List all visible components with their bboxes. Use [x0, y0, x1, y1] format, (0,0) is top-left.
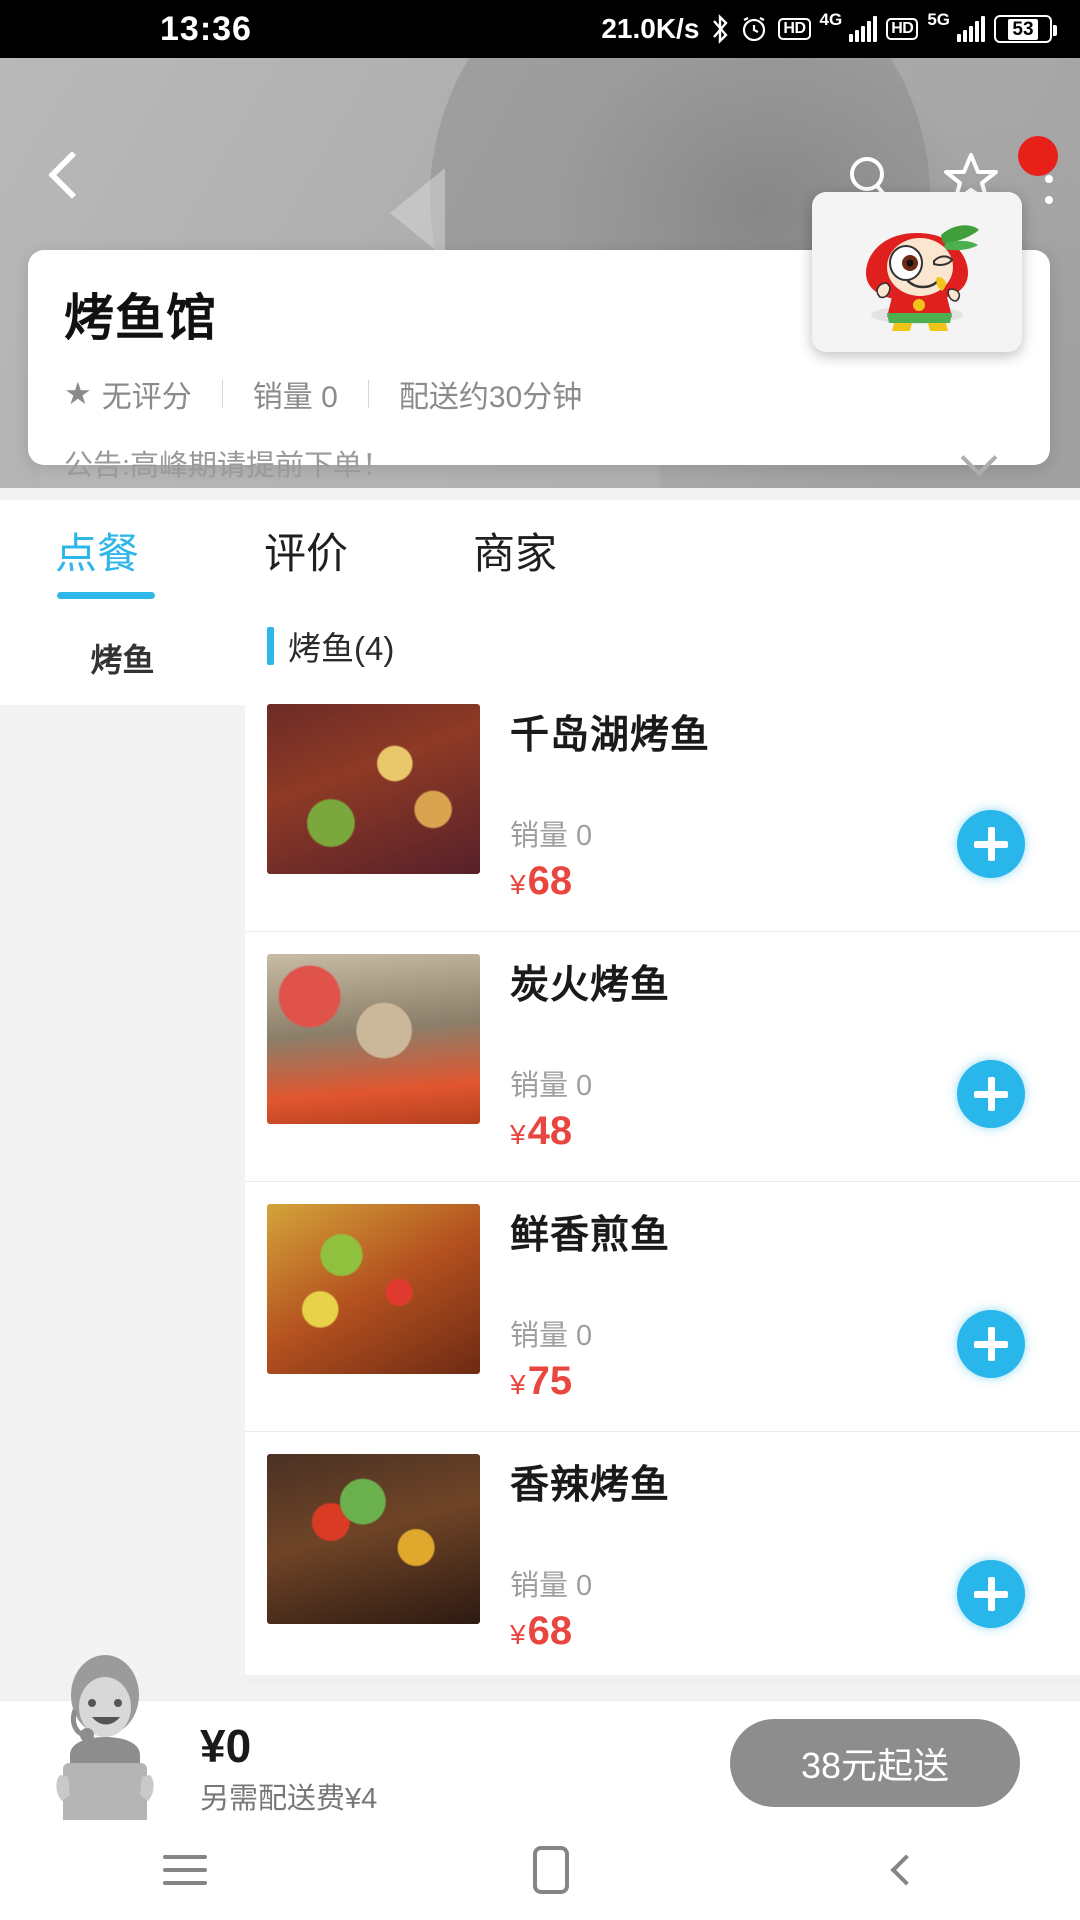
battery-icon: 53	[994, 15, 1052, 43]
tab-reviews[interactable]: 评价	[264, 500, 348, 581]
recents-icon[interactable]	[163, 1855, 207, 1885]
dish-sales: 销量 0	[510, 1562, 592, 1604]
sidebar-item-grilled-fish[interactable]: 烤鱼	[0, 610, 245, 705]
shop-notice-text: 公告:高峰期请提前下单！	[64, 442, 391, 484]
dish-name: 鲜香煎鱼	[510, 1204, 1080, 1260]
category-sidebar: 烤鱼	[0, 610, 245, 1675]
dish-name: 香辣烤鱼	[510, 1454, 1080, 1510]
dish-row[interactable]: 炭火烤鱼 销量 0 ¥48	[245, 932, 1080, 1182]
top-action-bar	[0, 58, 1080, 198]
currency-symbol: ¥	[510, 869, 526, 900]
shop-rating: 无评分	[102, 372, 192, 416]
dish-price: ¥75	[510, 1359, 572, 1404]
tab-shop-info[interactable]: 商家	[473, 500, 557, 581]
dish-list: 烤鱼(4) 千岛湖烤鱼 销量 0 ¥68	[245, 610, 1080, 1675]
hd-call-icon-1: HD	[778, 18, 810, 40]
currency-symbol: ¥	[510, 1369, 526, 1400]
category-accent-bar	[267, 627, 274, 665]
currency-symbol: ¥	[510, 1119, 526, 1150]
status-bar: 13:36 21.0K/s HD 4G HD 5G 53	[0, 0, 1080, 58]
price-value: 68	[528, 859, 573, 903]
dish-row[interactable]: 鲜香煎鱼 销量 0 ¥75	[245, 1182, 1080, 1432]
price-value: 75	[528, 1359, 573, 1403]
tab-order[interactable]: 点餐	[55, 500, 139, 581]
star-filled-icon: ★	[64, 376, 92, 412]
chevron-down-icon[interactable]	[961, 440, 998, 477]
cart-total: ¥0	[200, 1719, 251, 1773]
dish-image	[267, 1204, 480, 1374]
status-time: 13:36	[160, 10, 252, 49]
sidebar-empty-area	[0, 705, 245, 1675]
currency-symbol: ¥	[510, 1619, 526, 1650]
plus-icon	[988, 1577, 995, 1611]
bluetooth-icon	[710, 13, 730, 45]
system-nav-bar	[0, 1820, 1080, 1920]
add-to-cart-button[interactable]	[957, 1310, 1025, 1378]
record-dot-icon	[1018, 136, 1058, 176]
dish-price: ¥68	[510, 859, 572, 904]
plus-icon	[988, 1077, 995, 1111]
add-to-cart-button[interactable]	[957, 810, 1025, 878]
dish-sales: 销量 0	[510, 812, 592, 854]
alarm-icon	[739, 14, 769, 44]
hd-call-icon-2: HD	[886, 18, 918, 40]
dish-name: 千岛湖烤鱼	[510, 704, 1080, 760]
dish-price: ¥68	[510, 1609, 572, 1654]
signal-bars-2	[957, 16, 985, 42]
delivery-rider-icon	[30, 1655, 180, 1830]
dish-price: ¥48	[510, 1109, 572, 1154]
dish-row[interactable]: 香辣烤鱼 销量 0 ¥68	[245, 1432, 1080, 1682]
price-value: 48	[528, 1109, 573, 1153]
back-chevron-icon[interactable]	[48, 151, 96, 199]
add-to-cart-button[interactable]	[957, 1060, 1025, 1128]
dish-sales: 销量 0	[510, 1062, 592, 1104]
shop-notice-row[interactable]: 公告:高峰期请提前下单！	[64, 442, 1014, 484]
dish-image	[267, 1454, 480, 1624]
price-value: 68	[528, 1609, 573, 1653]
meta-divider	[368, 380, 369, 408]
menu-content: 烤鱼 烤鱼(4) 千岛湖烤鱼 销量 0 ¥68	[0, 610, 1080, 1675]
dish-sales: 销量 0	[510, 1312, 592, 1354]
add-to-cart-button[interactable]	[957, 1560, 1025, 1628]
dish-name: 炭火烤鱼	[510, 954, 1080, 1010]
shop-meta-row: ★ 无评分 销量 0 配送约30分钟	[64, 372, 1014, 416]
meta-divider	[222, 380, 223, 408]
network-speed-text: 21.0K/s	[601, 13, 699, 45]
back-icon[interactable]	[890, 1854, 921, 1885]
tomato-mascot-logo	[842, 205, 992, 340]
shop-sales: 销量 0	[253, 372, 338, 416]
checkout-button[interactable]: 38元起送	[730, 1719, 1020, 1807]
category-header: 烤鱼(4)	[245, 610, 1080, 682]
shop-delivery-time: 配送约30分钟	[399, 372, 582, 416]
signal-bars-1	[849, 16, 877, 42]
plus-icon	[988, 1327, 995, 1361]
app-root: 13:36 21.0K/s HD 4G HD 5G 53	[0, 0, 1080, 1920]
tab-bar: 点餐 评价 商家	[0, 500, 1080, 610]
delivery-fee-note: 另需配送费¥4	[200, 1775, 377, 1817]
category-header-label: 烤鱼(4)	[288, 622, 394, 670]
dish-image	[267, 704, 480, 874]
plus-icon	[988, 827, 995, 861]
status-icons: 21.0K/s HD 4G HD 5G 53	[601, 13, 1052, 45]
cart-bar: ¥0 另需配送费¥4 38元起送	[0, 1700, 1080, 1820]
home-icon[interactable]	[533, 1846, 569, 1894]
dish-row[interactable]: 千岛湖烤鱼 销量 0 ¥68	[245, 682, 1080, 932]
shop-logo-badge	[812, 192, 1022, 352]
sim1-generation-label: 4G	[820, 10, 843, 30]
sim2-generation-label: 5G	[927, 10, 950, 30]
dish-image	[267, 954, 480, 1124]
battery-level-text: 53	[1008, 19, 1037, 40]
